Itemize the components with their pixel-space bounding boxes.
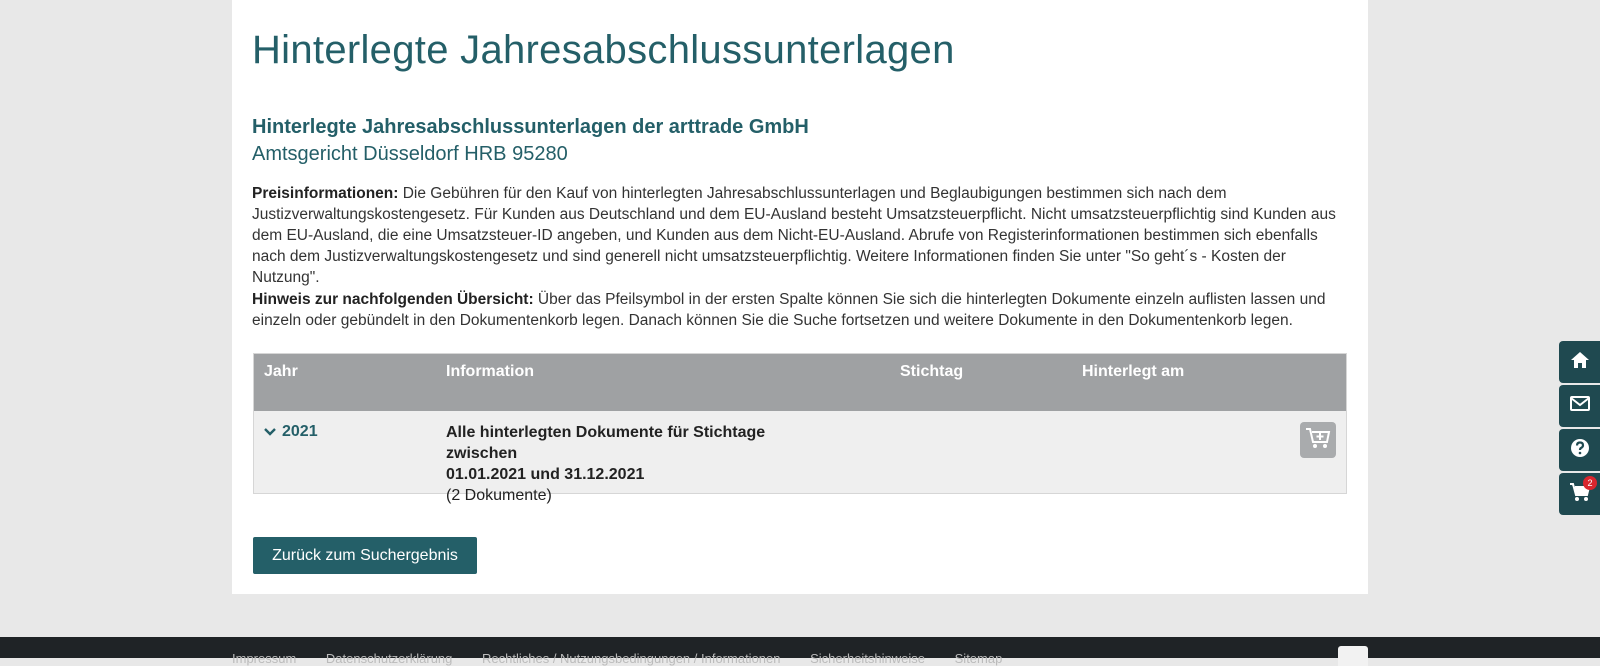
row-information: Alle hinterlegten Dokumente für Stichtag…: [446, 422, 826, 506]
page-footer: Impressum Datenschutzerklärung Rechtlich…: [0, 637, 1600, 666]
help-button[interactable]: [1559, 429, 1600, 471]
mail-icon: [1569, 396, 1590, 416]
footer-link-legal[interactable]: Rechtliches / Nutzungsbedingungen / Info…: [482, 651, 780, 666]
overview-hint-label: Hinweis zur nachfolgenden Übersicht:: [252, 291, 534, 308]
court-register-line: Amtsgericht Düsseldorf HRB 95280: [252, 143, 568, 165]
home-icon: [1570, 351, 1590, 374]
year-label: 2021: [282, 423, 318, 440]
table-row: 2021 Alle hinterlegten Dokumente für Sti…: [254, 411, 1346, 504]
documents-table: Jahr Information Stichtag Hinterlegt am …: [253, 353, 1347, 504]
column-header-deposited-on: Hinterlegt am: [1082, 363, 1185, 380]
overview-hint-paragraph: Hinweis zur nachfolgenden Übersicht: Übe…: [252, 289, 1352, 331]
cart-count-badge: 2: [1583, 476, 1597, 490]
row-info-line2: 01.01.2021 und 31.12.2021: [446, 466, 645, 483]
price-info-text: Die Gebühren für den Kauf von hinterlegt…: [252, 185, 1336, 286]
company-title: Hinterlegte Jahresabschlussunterlagen de…: [252, 116, 809, 138]
row-info-line1: Alle hinterlegten Dokumente für Stichtag…: [446, 424, 766, 462]
price-info-paragraph: Preisinformationen: Die Gebühren für den…: [252, 183, 1352, 288]
footer-link-sitemap[interactable]: Sitemap: [955, 651, 1003, 666]
column-header-year: Jahr: [264, 363, 298, 380]
footer-link-privacy[interactable]: Datenschutzerklärung: [326, 651, 452, 666]
contact-button[interactable]: [1559, 385, 1600, 427]
table-header: Jahr Information Stichtag Hinterlegt am: [254, 354, 1346, 411]
back-to-results-button[interactable]: Zurück zum Suchergebnis: [253, 537, 477, 574]
page-title: Hinterlegte Jahresabschlussunterlagen: [252, 28, 955, 72]
footer-link-imprint[interactable]: Impressum: [232, 651, 296, 666]
column-header-information: Information: [446, 363, 534, 380]
cart-add-icon: [1305, 427, 1331, 454]
help-icon: [1570, 438, 1590, 463]
home-button[interactable]: [1559, 341, 1600, 383]
chevron-down-icon: [264, 424, 282, 439]
footer-link-security[interactable]: Sicherheitshinweise: [810, 651, 925, 666]
scroll-to-top-button[interactable]: [1338, 646, 1368, 666]
cart-button[interactable]: 2: [1559, 473, 1600, 515]
side-toolbar: 2: [1559, 341, 1600, 517]
row-document-count: (2 Dokumente): [446, 487, 552, 504]
price-info-label: Preisinformationen:: [252, 185, 399, 202]
add-to-cart-button[interactable]: [1300, 422, 1336, 458]
footer-links: Impressum Datenschutzerklärung Rechtlich…: [232, 651, 1028, 666]
year-expand-toggle[interactable]: 2021: [264, 423, 318, 441]
column-header-cutoff-date: Stichtag: [900, 363, 964, 380]
